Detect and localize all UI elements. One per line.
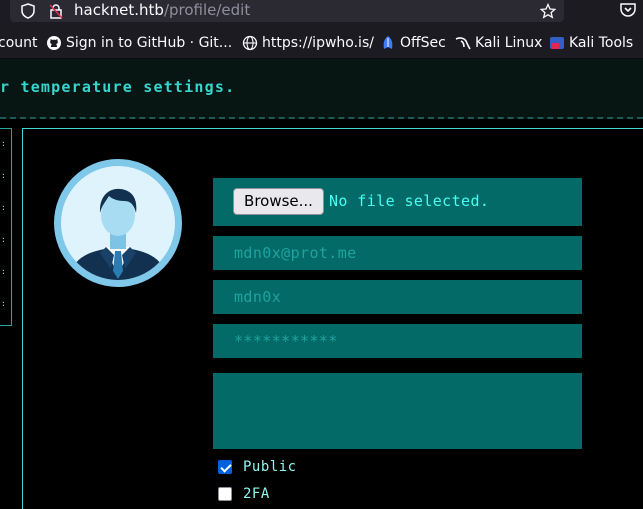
globe-icon xyxy=(242,35,258,51)
username-field[interactable]: mdn0x xyxy=(213,280,582,314)
shield-icon[interactable] xyxy=(20,3,36,19)
username-placeholder: mdn0x xyxy=(234,288,282,306)
bio-textarea[interactable] xyxy=(213,373,582,449)
notice-banner: r temperature settings. xyxy=(0,59,643,119)
kali-tools-icon xyxy=(549,35,565,51)
url-bar[interactable]: hacknet.htb/profile/edit xyxy=(10,0,564,22)
offsec-icon xyxy=(380,35,396,51)
url-text[interactable]: hacknet.htb/profile/edit xyxy=(74,1,250,19)
bookmark-kali-linux[interactable]: Kali Linux xyxy=(455,34,542,52)
file-status-text: No file selected. xyxy=(329,192,490,210)
avatar-upload-field[interactable]: Browse... No file selected. xyxy=(213,178,582,226)
avatar xyxy=(54,159,182,287)
browser-toolbar: hacknet.htb/profile/edit xyxy=(0,0,643,26)
kali-dragon-icon xyxy=(455,35,471,51)
public-label: Public xyxy=(243,459,297,475)
email-placeholder: mdn0x@prot.me xyxy=(234,244,357,262)
bookmark-label: Sign in to GitHub · Git... xyxy=(66,35,233,51)
banner-text: r temperature settings. xyxy=(0,78,236,96)
bookmarks-bar: count Sign in to GitHub · Git... https:/… xyxy=(0,26,643,59)
side-panel-fragment: : : : : : : xyxy=(0,128,12,326)
public-checkbox[interactable] xyxy=(218,460,232,474)
bookmark-label: https://ipwho.is/ xyxy=(262,35,374,51)
avatar-illustration xyxy=(54,159,182,287)
side-panel-mark: : xyxy=(1,267,6,276)
side-panel-mark: : xyxy=(1,139,6,148)
side-panel-mark: : xyxy=(1,235,6,244)
bookmark-github[interactable]: Sign in to GitHub · Git... xyxy=(46,34,232,52)
bookmark-star-icon[interactable] xyxy=(539,2,557,19)
bookmark-label: count xyxy=(0,35,38,51)
pocket-icon[interactable] xyxy=(618,0,638,20)
side-panel-mark: : xyxy=(1,203,6,212)
url-host: hacknet.htb xyxy=(74,1,164,19)
browse-button[interactable]: Browse... xyxy=(233,188,324,215)
bookmark-offsec[interactable]: OffSec xyxy=(380,34,446,52)
bookmark-label: Kali Tools xyxy=(569,35,634,51)
twofa-checkbox[interactable] xyxy=(218,487,232,501)
password-field[interactable]: *********** xyxy=(213,324,582,358)
bookmark-label: OffSec xyxy=(400,35,446,51)
github-icon xyxy=(46,35,62,51)
url-path: /profile/edit xyxy=(163,1,251,19)
public-option[interactable]: Public xyxy=(218,459,297,475)
bookmark-kali-tools[interactable]: Kali Tools xyxy=(549,34,633,52)
twofa-option[interactable]: 2FA xyxy=(218,486,270,502)
bookmark-label: Kali Linux xyxy=(475,35,543,51)
twofa-label: 2FA xyxy=(243,486,270,502)
bookmark-ipwho[interactable]: https://ipwho.is/ xyxy=(242,34,374,52)
email-field[interactable]: mdn0x@prot.me xyxy=(213,236,582,270)
bookmark-item[interactable]: count xyxy=(0,34,38,52)
side-panel-mark: : xyxy=(1,299,6,308)
password-placeholder: *********** xyxy=(234,332,338,350)
not-secure-lock-icon[interactable] xyxy=(48,3,64,19)
side-panel-mark: : xyxy=(1,171,6,180)
